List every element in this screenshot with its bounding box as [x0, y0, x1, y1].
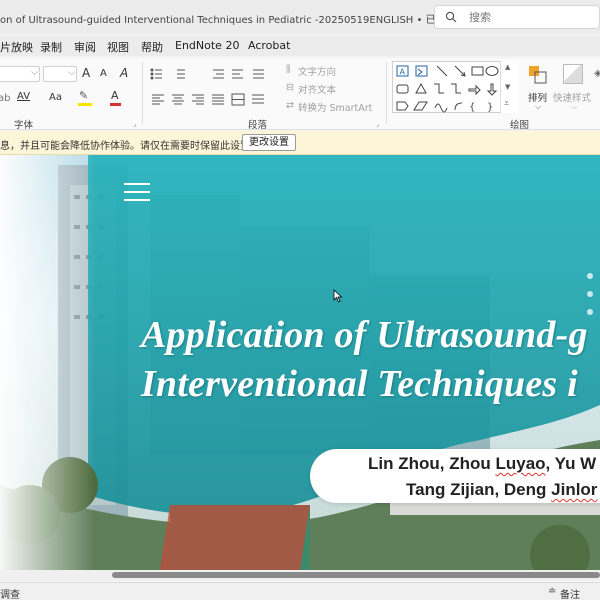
status-left-text[interactable]: 调查 [0, 586, 20, 600]
authors-line-1-part-a: Lin Zhou, Zhou [368, 454, 496, 473]
font-dialog-launcher-icon[interactable]: ⌟ [133, 120, 136, 128]
smartart-icon[interactable]: ⇄ [286, 100, 294, 111]
change-case-button[interactable]: Aa [49, 92, 62, 103]
chevron-down-icon: ⌵ [571, 102, 578, 111]
tab-record[interactable]: 录制 [40, 39, 62, 55]
powerpoint-window: on of Ultrasound-guided Interventional T… [0, 0, 600, 600]
authors-line-1-part-c: , Yu W [545, 454, 597, 473]
info-bar: 息，并且可能会降低协作体验。请仅在需要时保留此设置。 更改设置 [0, 131, 600, 155]
authors-line-2-part-b: Jinlor [551, 480, 598, 499]
mouse-cursor-icon [333, 289, 343, 303]
slide-canvas[interactable]: Application of Ultrasound-g Intervention… [0, 155, 600, 570]
strikethrough-icon[interactable]: ab [0, 93, 10, 104]
list-buttons-row[interactable] [150, 67, 270, 81]
search-box[interactable]: 搜索 [434, 5, 600, 29]
search-placeholder: 搜索 [469, 11, 491, 24]
scroll-up-icon[interactable]: ▲ [505, 63, 510, 71]
ribbon-tabs: 片放映 录制 审阅 视图 帮助 EndNote 20 Acrobat [0, 36, 600, 56]
document-title-text: on of Ultrasound-guided Interventional T… [0, 15, 456, 26]
font-color-bar [110, 103, 121, 106]
drawing-group-label: 绘图 [510, 120, 530, 131]
arrange-icon[interactable] [527, 64, 549, 86]
align-text-icon[interactable]: ⊟ [286, 82, 294, 93]
font-group-label: 字体 [14, 120, 34, 131]
paragraph-dialog-launcher-icon[interactable]: ⌟ [376, 120, 379, 128]
text-direction-button[interactable]: 文字方向 [298, 64, 336, 78]
svg-text:A: A [400, 68, 406, 77]
shapes-icons[interactable]: A {} [393, 62, 501, 114]
horizontal-scrollbar[interactable] [0, 570, 600, 580]
convert-smartart-button[interactable]: 转换为 SmartArt [298, 100, 372, 114]
alignment-buttons-row[interactable] [150, 92, 276, 106]
svg-text:{: { [469, 102, 475, 113]
decrease-font-size-button[interactable]: A [100, 68, 107, 79]
tab-review[interactable]: 审阅 [74, 39, 96, 55]
authors-line-2[interactable]: Tang Zijian, Deng Jinlor [406, 480, 597, 500]
change-settings-button[interactable]: 更改设置 [242, 134, 296, 151]
paragraph-group-label: 段落 [248, 120, 268, 131]
info-bar-message: 息，并且可能会降低协作体验。请仅在需要时保留此设置。 [0, 141, 260, 152]
tab-help[interactable]: 帮助 [141, 39, 163, 55]
shape-fill-icon[interactable]: ◈ [594, 68, 600, 79]
search-icon [445, 11, 457, 23]
document-title[interactable]: on of Ultrasound-guided Interventional T… [0, 11, 467, 26]
shapes-gallery-scroll[interactable]: ▲ ▼ ⩡ [500, 61, 518, 113]
authors-line-1-part-b: Luyao [495, 454, 546, 473]
scroll-down-icon[interactable]: ▼ [505, 83, 510, 91]
group-divider [386, 62, 387, 124]
chevron-down-icon: ⌵ [68, 67, 76, 78]
font-color-button[interactable]: A [111, 89, 119, 102]
highlight-color-bar [78, 103, 92, 106]
notes-icon[interactable]: ≐ [548, 586, 556, 597]
chevron-down-icon: ⌵ [535, 102, 542, 111]
tab-slideshow[interactable]: 片放映 [0, 39, 33, 55]
title-bar: on of Ultrasound-guided Interventional T… [0, 0, 600, 34]
more-shapes-icon[interactable]: ⩡ [504, 99, 509, 109]
text-direction-icon[interactable]: ⫼ [286, 64, 290, 75]
notes-button[interactable]: 备注 [560, 586, 580, 600]
chevron-down-icon: ⌵ [31, 67, 39, 78]
authors-line-2-part-a: Tang Zijian, Deng [406, 480, 552, 499]
menu-icon[interactable] [124, 183, 150, 201]
increase-font-size-button[interactable]: A [82, 66, 90, 80]
slide-title-line-2[interactable]: Interventional Techniques i [141, 362, 578, 406]
slide-title-line-1[interactable]: Application of Ultrasound-g [141, 313, 588, 357]
highlight-icon[interactable]: ✎ [79, 89, 88, 102]
character-spacing-button[interactable]: AV [17, 91, 30, 102]
tab-acrobat[interactable]: Acrobat [248, 39, 290, 52]
svg-text:}: } [487, 102, 493, 113]
tab-endnote[interactable]: EndNote 20 [175, 39, 239, 52]
clear-formatting-button[interactable]: A [120, 66, 128, 80]
quick-styles-icon[interactable] [563, 64, 583, 84]
group-divider [142, 62, 143, 124]
scrollbar-thumb[interactable] [112, 572, 600, 578]
tab-view[interactable]: 视图 [107, 39, 129, 55]
ribbon: ⌵ ⌵ A A A ab AV Aa ✎ A 字体 ⌟ ⫼ 文字方向 ⊟ 对齐文… [0, 58, 600, 131]
authors-line-1[interactable]: Lin Zhou, Zhou Luyao, Yu W [368, 454, 596, 474]
status-bar: 调查 ≐ 备注 [0, 582, 600, 600]
align-text-button[interactable]: 对齐文本 [298, 82, 336, 96]
